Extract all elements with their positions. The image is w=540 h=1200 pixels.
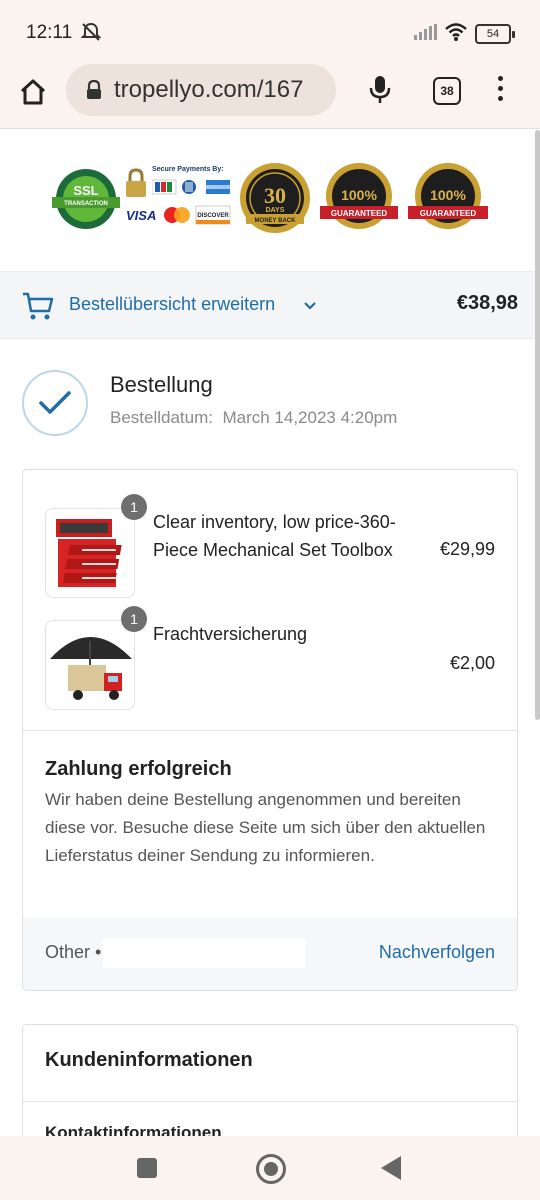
best-price-label: GUARANTEED: [331, 209, 388, 218]
tracking-number-redacted: [103, 938, 305, 968]
secure-payments-badge: Secure Payments By: VISA DISCOVER: [124, 166, 232, 230]
padlock-icon: [126, 168, 146, 197]
home-icon[interactable]: [18, 77, 50, 109]
line-item: 1 Frachtversicherung €2,00: [45, 606, 495, 710]
order-summary-toggle[interactable]: Bestellübersicht erweitern €38,98: [0, 271, 540, 339]
money-back-badge: 30 DAYS MONEY BACK: [240, 163, 310, 233]
address-bar[interactable]: tropellyo.com/167: [66, 64, 336, 116]
battery-icon: 54: [475, 24, 515, 44]
order-title: Bestellung: [110, 372, 213, 397]
track-shipment-link[interactable]: Nachverfolgen: [379, 942, 495, 963]
back-button[interactable]: [381, 1156, 401, 1180]
trust-badges: SSL TRANSACTION Secure Payments By: VISA…: [0, 130, 540, 270]
item-name: Frachtversicherung: [153, 624, 308, 644]
carrier-label: Other •: [45, 942, 102, 962]
satisfaction-label: GUARANTEED: [420, 209, 477, 218]
url-text: tropellyo.com/167: [114, 76, 304, 103]
tab-switcher-button[interactable]: 38: [433, 77, 461, 105]
clock: 12:11: [26, 22, 73, 43]
browser-toolbar: tropellyo.com/167 38: [0, 64, 540, 129]
overflow-menu-icon[interactable]: [496, 76, 504, 106]
item-price: €2,00: [449, 653, 495, 673]
line-item: 1 Clear inventory, low price-360-Piece M…: [45, 494, 495, 598]
secure-payments-text: Secure Payments By:: [152, 166, 224, 173]
svg-text:VISA: VISA: [126, 208, 156, 223]
money-back-label: MONEY BACK: [255, 218, 297, 224]
signal-icon: [414, 24, 438, 45]
quantity-badge: 1: [121, 494, 147, 520]
lock-icon: [86, 79, 102, 105]
cart-icon: [22, 291, 54, 326]
card-logos-row2-icon: VISA DISCOVER: [126, 205, 231, 225]
item-price: €29,99: [439, 539, 495, 559]
satisfaction-badge: 100% GUARANTEED: [408, 163, 488, 229]
status-bar: 12:11 54: [0, 0, 540, 64]
wifi-icon: [444, 22, 468, 47]
ssl-badge: SSL TRANSACTION: [52, 169, 120, 229]
quantity-badge: 1: [121, 606, 147, 632]
best-price-badge: 100% GUARANTEED: [320, 163, 398, 229]
svg-text:DISCOVER: DISCOVER: [197, 213, 229, 219]
order-confirmed-icon: [22, 370, 88, 436]
money-back-days: DAYS: [266, 207, 285, 214]
microphone-icon[interactable]: [368, 75, 392, 110]
order-summary-label[interactable]: Bestellübersicht erweitern: [69, 294, 275, 315]
recent-apps-button[interactable]: [137, 1158, 157, 1178]
satisfaction-value: 100%: [430, 187, 466, 203]
payment-status-text: Wir haben deine Bestellung angenommen un…: [45, 790, 486, 865]
item-name: Clear inventory, low price-360-Piece Mec…: [153, 512, 396, 560]
toolbox-image: [45, 508, 135, 598]
home-button[interactable]: [256, 1154, 286, 1184]
ssl-sub-text: TRANSACTION: [64, 201, 108, 207]
system-navigation-bar: [0, 1136, 540, 1200]
divider: [23, 730, 517, 731]
customer-info-title: Kundeninformationen: [45, 1049, 253, 1071]
order-details-card: 1 Clear inventory, low price-360-Piece M…: [22, 469, 518, 991]
tracking-row: Other • Nachverfolgen: [23, 918, 517, 990]
best-price-value: 100%: [341, 187, 377, 203]
page-scrollbar[interactable]: [535, 130, 540, 720]
order-date-label: Bestelldatum:: [110, 408, 213, 427]
muted-bell-icon: [80, 22, 102, 47]
shipping-insurance-image: [45, 620, 135, 710]
order-total: €38,98: [456, 292, 518, 314]
divider: [23, 1101, 517, 1102]
money-back-number: 30: [264, 183, 286, 208]
ssl-text: SSL: [73, 183, 98, 198]
chevron-down-icon: [303, 298, 317, 316]
order-date-value: March 14,2023 4:20pm: [222, 408, 398, 427]
order-date: Bestelldatum: March 14,2023 4:20pm: [110, 408, 397, 428]
card-logos-row1-icon: [152, 179, 230, 195]
payment-status-title: Zahlung erfolgreich: [45, 758, 232, 780]
